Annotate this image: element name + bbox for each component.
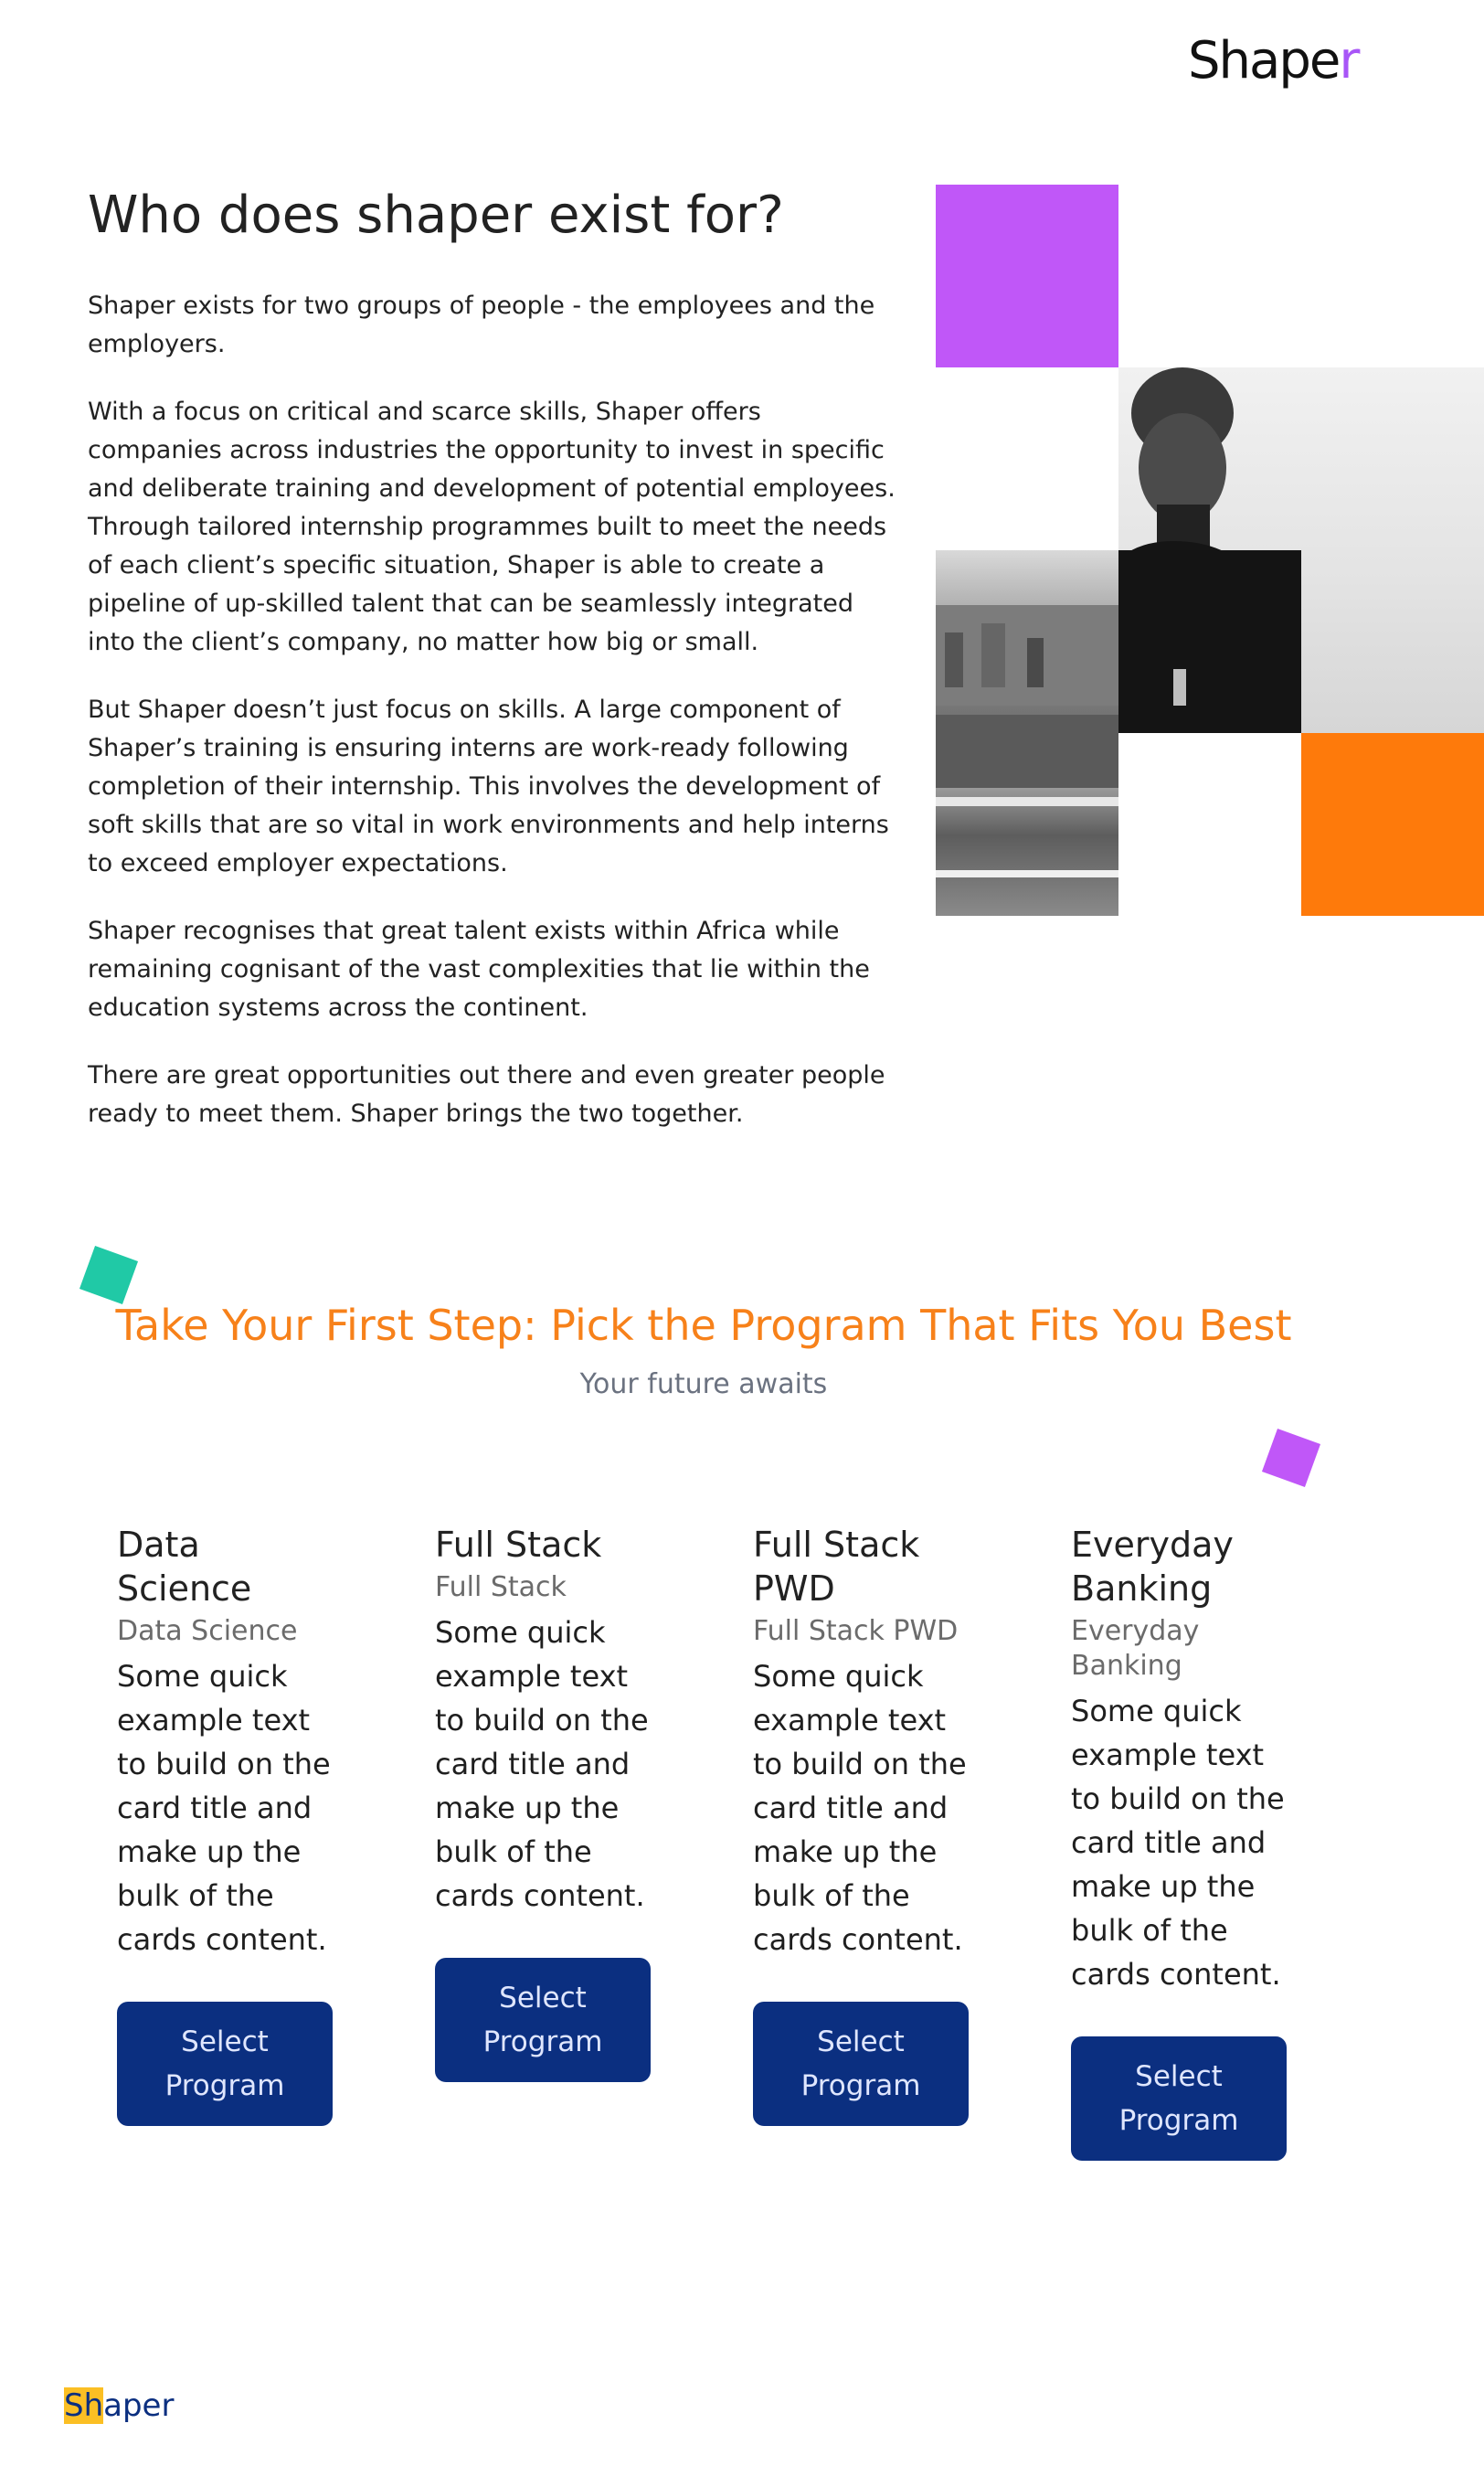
card-subtitle: Full Stack PWD bbox=[753, 1615, 959, 1647]
orange-tile bbox=[1301, 733, 1484, 916]
program-card-data-science: Data Science Data Science Some quick exa… bbox=[117, 1523, 345, 2126]
card-subtitle: Everyday Banking bbox=[1071, 1615, 1200, 1682]
program-card-everyday-banking: Everyday Banking Everyday Banking Some q… bbox=[1071, 1523, 1299, 2161]
select-program-button[interactable]: Select Program bbox=[1071, 2036, 1287, 2161]
brand-logo[interactable]: Shaper bbox=[1188, 31, 1360, 90]
select-program-button[interactable]: Select Program bbox=[435, 1958, 651, 2082]
city-photo bbox=[936, 550, 1118, 916]
intro-title: Who does shaper exist for? bbox=[88, 186, 784, 245]
card-text: Some quick example text to build on the … bbox=[1071, 1694, 1285, 1992]
brand-logo-accent: r bbox=[1339, 31, 1360, 90]
programs-subheading: Your future awaits bbox=[579, 1368, 828, 1400]
card-subtitle: Data Science bbox=[117, 1615, 298, 1647]
footer-logo-text: aper bbox=[103, 2387, 175, 2424]
teal-decoration bbox=[79, 1245, 139, 1305]
intro-body: Shaper exists for two groups of people -… bbox=[88, 287, 901, 1163]
footer-logo[interactable]: Shaper bbox=[64, 2386, 174, 2426]
card-title: Full Stack PWD bbox=[753, 1525, 920, 1609]
intro-paragraph: There are great opportunities out there … bbox=[88, 1061, 885, 1128]
card-text: Some quick example text to build on the … bbox=[117, 1659, 331, 1957]
photo-shoulder bbox=[1118, 550, 1301, 733]
footer-logo-highlight: Sh bbox=[64, 2387, 104, 2424]
card-title: Data Science bbox=[117, 1525, 252, 1609]
select-program-button[interactable]: Select Program bbox=[117, 2002, 333, 2126]
intro-paragraph: Shaper exists for two groups of people -… bbox=[88, 292, 875, 358]
card-text: Some quick example text to build on the … bbox=[753, 1659, 967, 1957]
purple-decoration bbox=[1261, 1428, 1321, 1488]
purple-tile bbox=[936, 185, 1118, 367]
brand-logo-text: Shape bbox=[1188, 31, 1341, 90]
card-subtitle: Full Stack bbox=[435, 1571, 567, 1603]
intro-paragraph: Shaper recognises that great talent exis… bbox=[88, 917, 870, 1022]
program-card-full-stack: Full Stack Full Stack Some quick example… bbox=[435, 1523, 663, 2082]
intro-paragraph: But Shaper doesn’t just focus on skills.… bbox=[88, 696, 889, 877]
card-title: Everyday Banking bbox=[1071, 1525, 1234, 1609]
intro-paragraph: With a focus on critical and scarce skil… bbox=[88, 398, 896, 656]
card-text: Some quick example text to build on the … bbox=[435, 1615, 649, 1913]
programs-heading: Take Your First Step: Pick the Program T… bbox=[115, 1301, 1292, 1350]
card-title: Full Stack bbox=[435, 1525, 602, 1565]
select-program-button[interactable]: Select Program bbox=[753, 2002, 969, 2126]
program-card-full-stack-pwd: Full Stack PWD Full Stack PWD Some quick… bbox=[753, 1523, 981, 2126]
